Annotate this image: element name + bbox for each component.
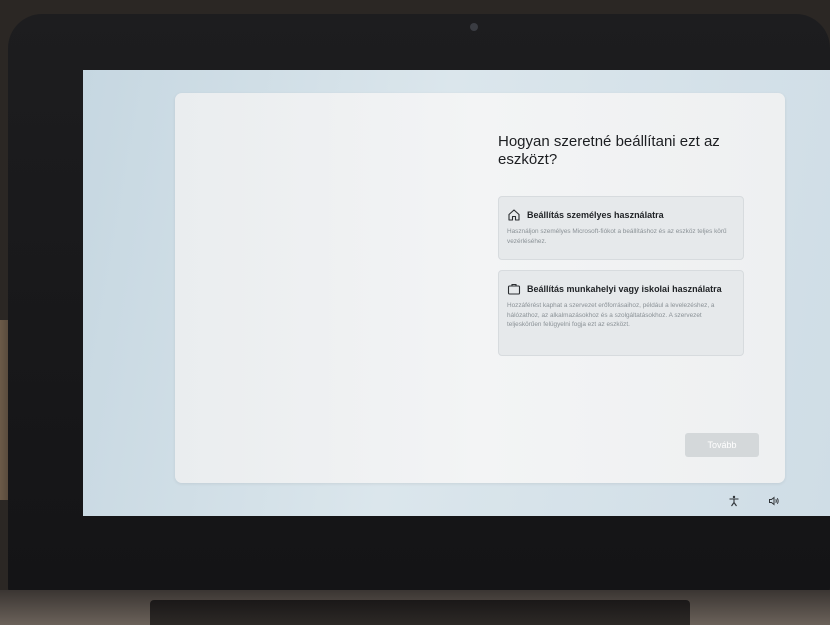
personal-use-title: Beállítás személyes használatra — [527, 210, 664, 220]
setup-dialog: Hogyan szeretné beállítani ezt az eszköz… — [175, 93, 785, 483]
volume-icon — [769, 496, 779, 506]
briefcase-icon — [507, 282, 521, 296]
personal-use-description: Használjon személyes Microsoft-fiókot a … — [507, 228, 727, 245]
home-icon — [507, 208, 521, 222]
accessibility-icon — [729, 495, 739, 507]
work-school-description: Hozzáférést kaphat a szervezet erőforrás… — [507, 302, 715, 328]
setup-question: Hogyan szeretné beállítani ezt az eszköz… — [498, 133, 720, 168]
laptop-hinge — [150, 600, 690, 625]
accessibility-button[interactable] — [727, 494, 741, 508]
work-school-title: Beállítás munkahelyi vagy iskolai haszná… — [527, 284, 722, 294]
screen: Hogyan szeretné beállítani ezt az eszköz… — [83, 70, 830, 516]
personal-use-option[interactable]: Beállítás személyes használatra Használj… — [498, 196, 744, 260]
next-button[interactable]: Tovább — [685, 433, 759, 457]
webcam — [470, 23, 478, 31]
work-school-option[interactable]: Beállítás munkahelyi vagy iskolai haszná… — [498, 270, 744, 356]
volume-button[interactable] — [767, 494, 781, 508]
